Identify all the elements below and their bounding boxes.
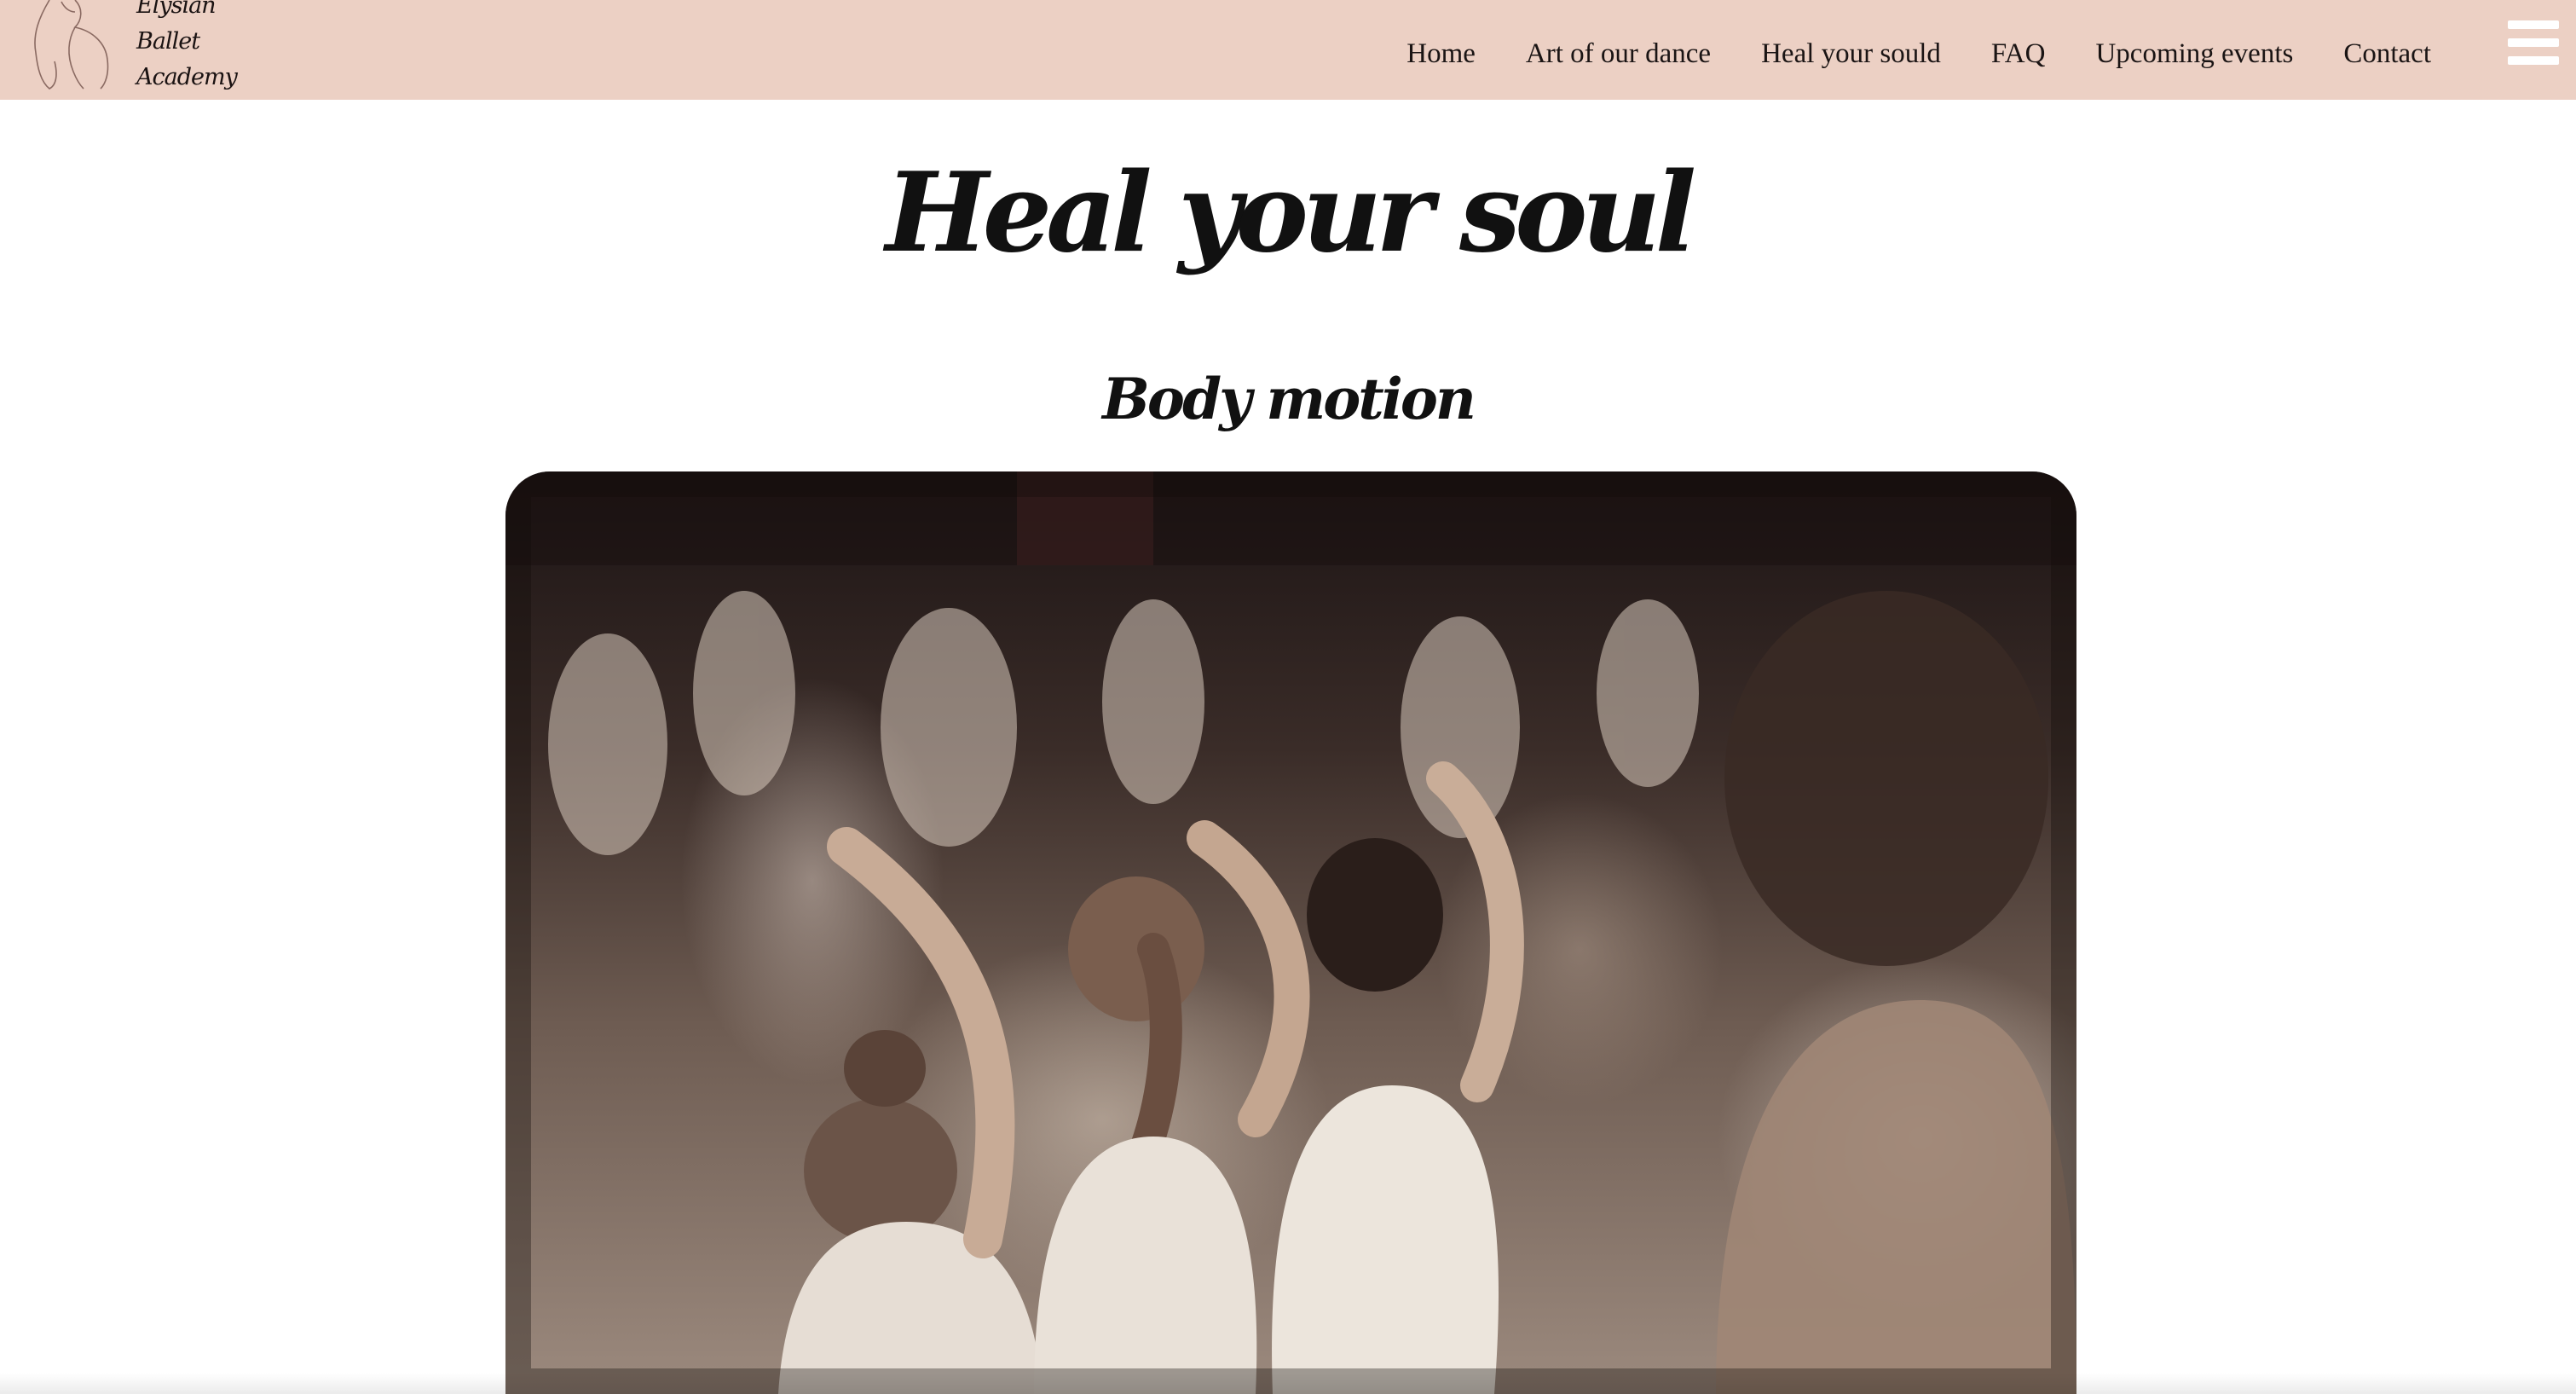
page-bottom-shadow [0, 1373, 2576, 1394]
logo-wordmark: Elysian Ballet Academy [136, 0, 273, 95]
section-title: Body motion [1102, 366, 1476, 432]
page-title: Heal your soul [885, 149, 1696, 277]
nav-link-faq[interactable]: FAQ [1991, 38, 2046, 70]
site-logo[interactable]: Elysian Ballet Academy [17, 0, 256, 100]
main-nav: Home Art of our dance Heal your sould FA… [1356, 0, 2431, 108]
nav-link-home[interactable]: Home [1406, 38, 1476, 70]
nav-link-heal-your-soul[interactable]: Heal your sould [1761, 38, 1941, 70]
nav-link-upcoming-events[interactable]: Upcoming events [2095, 38, 2293, 70]
ballet-dancers-photo [505, 471, 2076, 1394]
site-header: Elysian Ballet Academy Home Art of our d… [0, 0, 2576, 100]
nav-link-art-of-our-dance[interactable]: Art of our dance [1526, 38, 1711, 70]
photo-illustration [505, 471, 2076, 1394]
ballerina-outline-icon [34, 0, 109, 90]
hamburger-menu-icon[interactable] [2508, 20, 2559, 65]
nav-link-contact[interactable]: Contact [2343, 38, 2431, 70]
logo-line-3: Academy [136, 64, 238, 90]
logo-line-1: Elysian [136, 0, 217, 19]
logo-line-2: Ballet [136, 28, 200, 55]
